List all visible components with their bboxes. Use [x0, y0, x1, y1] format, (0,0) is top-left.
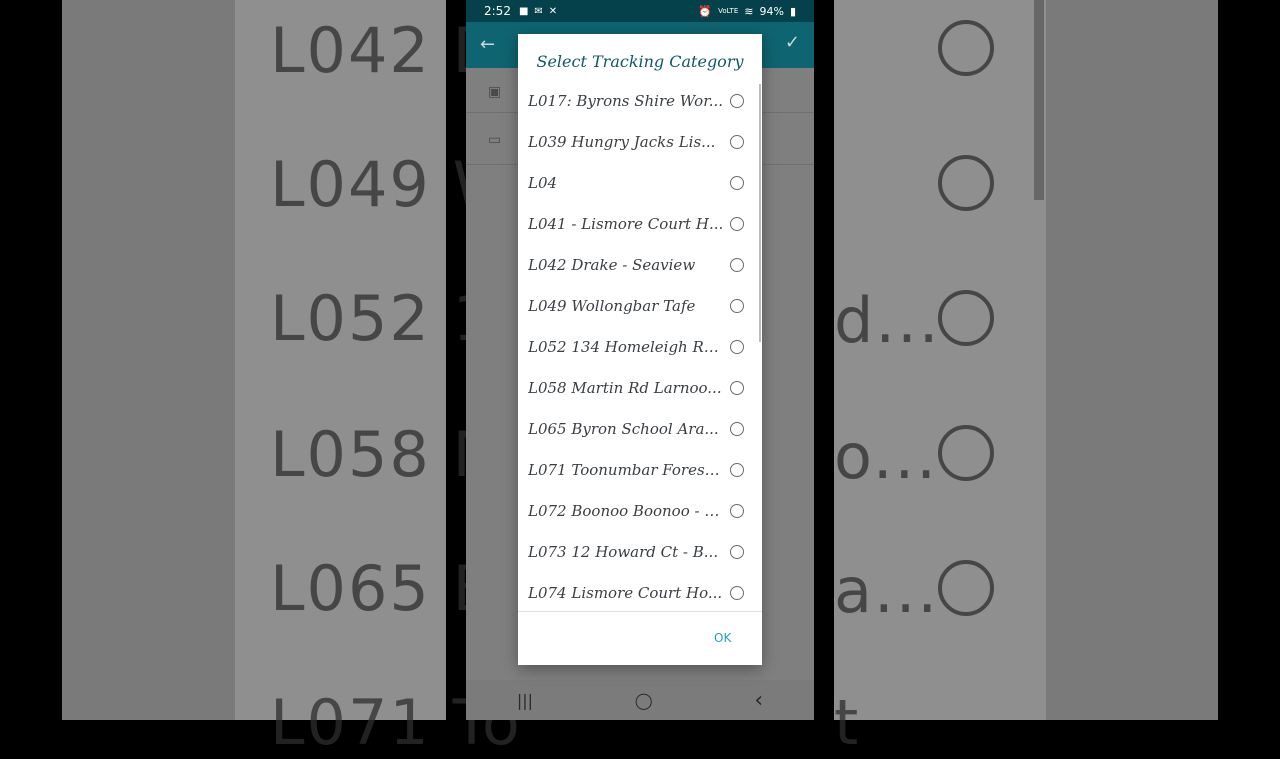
arrow-left-icon[interactable]: ← — [480, 34, 495, 55]
category-option[interactable]: L074 Lismore Court Ho... — [518, 573, 762, 611]
background-scrollbar — [1034, 0, 1044, 200]
category-option[interactable]: L065 Byron School Ara... — [518, 409, 762, 449]
dialog-title: Select Tracking Category — [536, 52, 744, 71]
radio-unchecked-icon[interactable] — [730, 217, 744, 231]
recent-apps-button[interactable]: ||| — [517, 691, 533, 710]
missed-call-icon: ✕ — [548, 5, 558, 17]
status-notification-icons: ■ ✉ ✕ — [519, 6, 557, 17]
category-option-label: L073 12 Howard Ct - B... — [528, 543, 719, 561]
background-radio-icon — [938, 560, 994, 616]
home-button[interactable]: ◯ — [635, 691, 653, 710]
background-text: o... — [834, 420, 938, 493]
category-option-label: L072 Boonoo Boonoo - P... — [528, 502, 724, 520]
status-bar: 2:52 ■ ✉ ✕ ⏰ VoLTE ≋ 94% ▮ — [466, 0, 814, 22]
status-system-icons: ⏰ VoLTE ≋ 94% ▮ — [698, 5, 796, 18]
background-radio-icon — [938, 155, 994, 211]
video-icon: ■ — [518, 5, 529, 17]
background-radio-icon — [938, 20, 994, 76]
category-option[interactable]: L042 Drake - Seaview — [518, 245, 762, 285]
alarm-icon: ⏰ — [698, 4, 713, 18]
radio-unchecked-icon[interactable] — [730, 94, 744, 108]
category-option[interactable]: L052 134 Homeleigh Rd... — [518, 327, 762, 367]
category-option-label: L042 Drake - Seaview — [528, 256, 696, 274]
category-option[interactable]: L017: Byrons Shire Wor... — [518, 81, 762, 121]
category-option-label: L049 Wollongbar Tafe — [528, 297, 696, 315]
category-option[interactable]: L071 Toonumbar Forest... — [518, 450, 762, 490]
back-button[interactable]: ‹ — [754, 688, 763, 713]
navigation-bar: ||| ◯ ‹ — [466, 680, 814, 720]
background-left-edge — [62, 0, 235, 720]
category-option[interactable]: L039 Hungry Jacks Lis... — [518, 122, 762, 162]
background-text: L065 B — [270, 552, 498, 625]
dialog-divider — [518, 611, 762, 612]
check-icon[interactable]: ✓ — [785, 32, 800, 53]
radio-unchecked-icon[interactable] — [730, 545, 744, 559]
radio-unchecked-icon[interactable] — [730, 381, 744, 395]
background-text: a... — [834, 554, 940, 627]
network-label: VoLTE — [718, 7, 739, 15]
category-option-label: L052 134 Homeleigh Rd... — [528, 338, 724, 356]
category-option-label: L074 Lismore Court Ho... — [528, 584, 723, 602]
category-option-label: L039 Hungry Jacks Lis... — [528, 133, 716, 151]
tracking-category-dialog: Select Tracking Category L017: Byrons Sh… — [518, 34, 762, 665]
background-radio-icon — [938, 290, 994, 346]
briefcase-icon: ▣ — [488, 84, 502, 100]
category-options-list[interactable]: L017: Byrons Shire Wor... L039 Hungry Ja… — [518, 81, 762, 611]
radio-unchecked-icon[interactable] — [730, 422, 744, 436]
category-option[interactable]: L073 12 Howard Ct - B... — [518, 532, 762, 572]
radio-unchecked-icon[interactable] — [730, 299, 744, 313]
radio-unchecked-icon[interactable] — [730, 135, 744, 149]
radio-unchecked-icon[interactable] — [730, 176, 744, 190]
background-text: d... — [834, 284, 941, 357]
wifi-icon: ≋ — [744, 4, 754, 18]
category-option[interactable]: L04 — [518, 163, 762, 203]
category-option-label: L065 Byron School Ara... — [528, 420, 719, 438]
radio-unchecked-icon[interactable] — [730, 504, 744, 518]
radio-unchecked-icon[interactable] — [730, 258, 744, 272]
category-option-label: L058 Martin Rd Larnoo... — [528, 379, 722, 397]
category-option[interactable]: L072 Boonoo Boonoo - P... — [518, 491, 762, 531]
radio-unchecked-icon[interactable] — [730, 340, 744, 354]
category-option-label: L017: Byrons Shire Wor... — [528, 92, 724, 110]
message-icon: ✉ — [534, 5, 543, 17]
background-right-edge — [1046, 0, 1218, 720]
radio-unchecked-icon[interactable] — [730, 586, 744, 600]
ok-button[interactable]: OK — [714, 631, 731, 645]
battery-percent: 94% — [759, 4, 784, 18]
category-option[interactable]: L049 Wollongbar Tafe — [518, 286, 762, 326]
category-option[interactable]: L041 - Lismore Court H... — [518, 204, 762, 244]
radio-unchecked-icon[interactable] — [730, 463, 744, 477]
battery-icon: ▮ — [789, 4, 796, 18]
category-option-label: L041 - Lismore Court H... — [528, 215, 724, 233]
background-text: t — [834, 686, 861, 759]
category-option-label: L04 — [528, 174, 558, 192]
category-option-label: L071 Toonumbar Forest... — [528, 461, 724, 479]
category-option[interactable]: L058 Martin Rd Larnoo... — [518, 368, 762, 408]
status-time: 2:52 — [484, 4, 511, 18]
background-radio-icon — [938, 425, 994, 481]
tag-icon: ▭ — [488, 132, 502, 148]
list-scrollbar[interactable] — [759, 84, 761, 342]
